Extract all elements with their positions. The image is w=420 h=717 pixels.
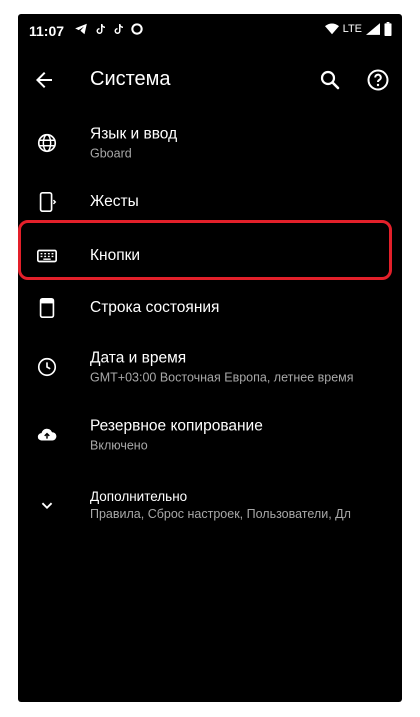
app-bar: Система <box>18 54 402 106</box>
phone-gesture-icon <box>39 192 57 212</box>
tiktok-icon <box>96 24 105 34</box>
telegram-icon <box>75 23 87 35</box>
item-subtitle: Правила, Сброс настроек, Пользователи, Д… <box>90 507 351 521</box>
item-subtitle: Gboard <box>90 146 132 161</box>
arrow-back-icon <box>36 72 52 88</box>
status-time: 11:07 <box>29 23 65 39</box>
item-subtitle: GMT+03:00 Восточная Европа, летнее время <box>90 370 354 385</box>
globe-icon <box>37 133 57 153</box>
settings-item-gestures[interactable]: Жесты <box>18 174 402 230</box>
status-bar: 11:07 LTE <box>18 14 402 48</box>
back-button[interactable] <box>32 68 56 92</box>
circle-app-icon <box>131 23 143 35</box>
cloud-backup-icon <box>37 428 57 441</box>
settings-item-language[interactable]: Язык и ввод Gboard <box>18 112 402 174</box>
signal-icon <box>366 23 380 35</box>
battery-icon <box>384 22 392 36</box>
notification-icons <box>74 22 144 36</box>
item-title: Дата и время <box>90 349 187 367</box>
search-button[interactable] <box>318 68 342 92</box>
help-icon <box>367 69 389 91</box>
wifi-icon <box>324 23 339 35</box>
settings-item-advanced[interactable]: Дополнительно Правила, Сброс настроек, П… <box>18 470 402 540</box>
item-title: Строка состояния <box>90 299 220 316</box>
item-title: Резервное копирование <box>90 417 263 435</box>
phone-screen: 11:07 LTE Система Язык и ввод Gboard Жес… <box>18 14 402 702</box>
item-title: Жесты <box>90 193 139 210</box>
network-type: LTE <box>342 23 362 35</box>
settings-item-status-bar[interactable]: Строка состояния <box>18 282 402 334</box>
item-title: Дополнительно <box>90 489 188 504</box>
item-subtitle: Включено <box>90 438 148 453</box>
settings-list: Язык и ввод Gboard Жесты Кнопки Строка с… <box>18 112 402 540</box>
chevron-down-icon <box>41 502 53 510</box>
keyboard-icon <box>37 249 57 263</box>
page-title: Система <box>90 68 171 90</box>
status-bar-icon <box>39 298 55 318</box>
item-title: Язык и ввод <box>90 125 178 143</box>
tiktok-icon <box>114 24 123 34</box>
item-title: Кнопки <box>90 247 141 264</box>
settings-item-date-time[interactable]: Дата и время GMT+03:00 Восточная Европа,… <box>18 334 402 400</box>
settings-item-buttons[interactable]: Кнопки <box>18 230 402 282</box>
clock-icon <box>37 357 57 377</box>
help-button[interactable] <box>366 68 390 92</box>
status-right: LTE <box>324 22 392 36</box>
settings-item-backup[interactable]: Резервное копирование Включено <box>18 400 402 470</box>
search-icon <box>320 70 340 90</box>
